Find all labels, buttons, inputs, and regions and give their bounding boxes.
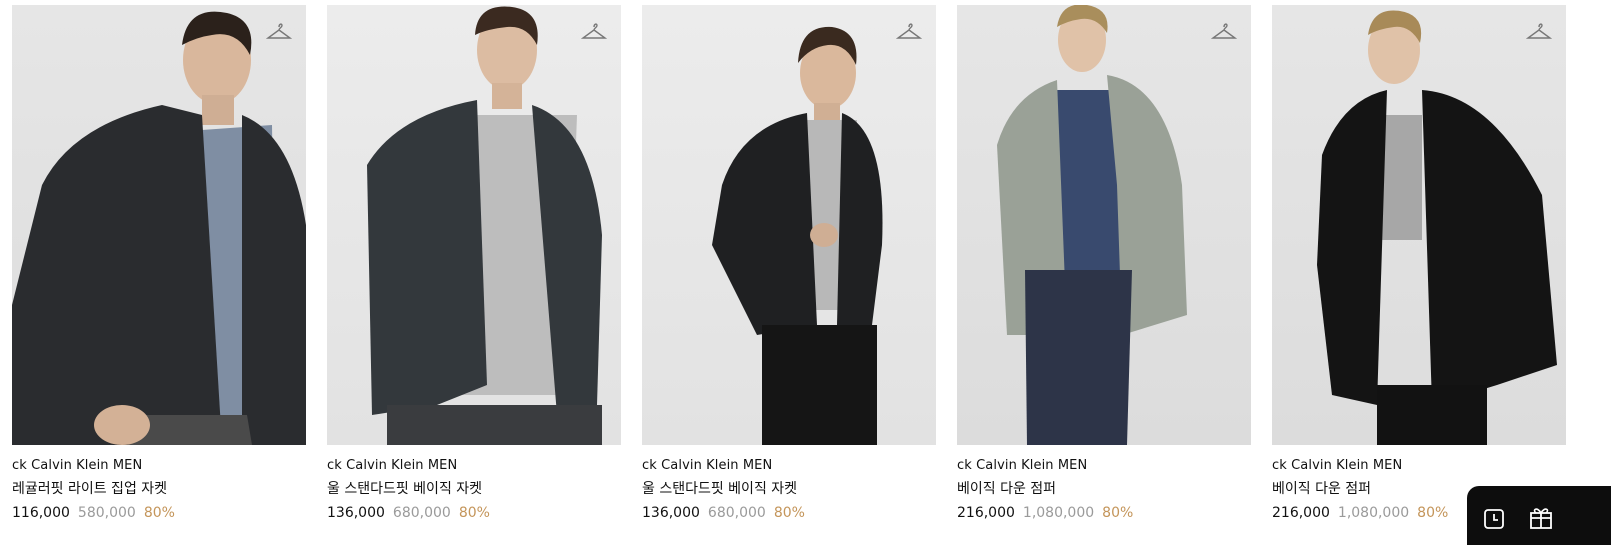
product-prices: 136,000 680,000 80% xyxy=(327,503,621,523)
product-image[interactable] xyxy=(327,5,621,445)
product-name[interactable]: 울 스탠다드핏 베이직 자켓 xyxy=(642,479,936,499)
sale-price: 136,000 xyxy=(327,505,385,521)
product-name[interactable]: 울 스탠다드핏 베이직 자켓 xyxy=(327,479,621,499)
clock-icon[interactable] xyxy=(1483,508,1505,530)
product-photo xyxy=(712,26,883,445)
original-price: 1,080,000 xyxy=(1022,505,1095,521)
product-brand[interactable]: ck Calvin Klein MEN xyxy=(12,457,306,475)
sale-price: 136,000 xyxy=(642,505,700,521)
sale-price: 116,000 xyxy=(12,505,70,521)
original-price: 580,000 xyxy=(77,505,136,521)
original-price: 1,080,000 xyxy=(1337,505,1410,521)
product-name[interactable]: 레귤러핏 라이트 집업 자켓 xyxy=(12,479,306,499)
discount-rate: 80% xyxy=(1417,505,1449,521)
sale-price: 216,000 xyxy=(1272,505,1330,521)
product-photo xyxy=(1317,10,1557,445)
product-grid: ck Calvin Klein MEN 레귤러핏 라이트 집업 자켓 116,0… xyxy=(0,0,1611,545)
hanger-icon[interactable] xyxy=(1211,21,1237,43)
original-price: 680,000 xyxy=(707,505,766,521)
product-brand[interactable]: ck Calvin Klein MEN xyxy=(1272,457,1566,475)
product-brand[interactable]: ck Calvin Klein MEN xyxy=(957,457,1251,475)
product-prices: 116,000 580,000 80% xyxy=(12,503,306,523)
hanger-icon[interactable] xyxy=(581,21,607,43)
product-card[interactable]: ck Calvin Klein MEN 레귤러핏 라이트 집업 자켓 116,0… xyxy=(12,5,306,523)
product-image[interactable] xyxy=(642,5,936,445)
gift-icon[interactable] xyxy=(1529,504,1553,530)
product-prices: 136,000 680,000 80% xyxy=(642,503,936,523)
discount-rate: 80% xyxy=(458,505,490,521)
discount-rate: 80% xyxy=(143,505,175,521)
product-card[interactable]: ck Calvin Klein MEN 베이직 다운 점퍼 216,000 1,0… xyxy=(957,5,1251,523)
quick-menu xyxy=(1467,486,1611,545)
product-card[interactable]: ck Calvin Klein MEN 울 스탠다드핏 베이직 자켓 136,0… xyxy=(642,5,936,523)
product-photo xyxy=(997,5,1187,445)
product-card[interactable]: ck Calvin Klein MEN 울 스탠다드핏 베이직 자켓 136,0… xyxy=(327,5,621,523)
discount-rate: 80% xyxy=(773,505,805,521)
product-image[interactable] xyxy=(957,5,1251,445)
product-prices: 216,000 1,080,000 80% xyxy=(957,503,1251,523)
product-brand[interactable]: ck Calvin Klein MEN xyxy=(642,457,936,475)
product-image[interactable] xyxy=(12,5,306,445)
sale-price: 216,000 xyxy=(957,505,1015,521)
product-card[interactable]: ck Calvin Klein MEN 베이직 다운 점퍼 216,000 1,0… xyxy=(1272,5,1566,523)
product-image[interactable] xyxy=(1272,5,1566,445)
hanger-icon[interactable] xyxy=(266,21,292,43)
product-photo xyxy=(12,11,306,445)
discount-rate: 80% xyxy=(1102,505,1134,521)
original-price: 680,000 xyxy=(392,505,451,521)
product-brand[interactable]: ck Calvin Klein MEN xyxy=(327,457,621,475)
hanger-icon[interactable] xyxy=(1526,21,1552,43)
hanger-icon[interactable] xyxy=(896,21,922,43)
product-photo xyxy=(367,6,602,445)
product-name[interactable]: 베이직 다운 점퍼 xyxy=(957,479,1251,499)
